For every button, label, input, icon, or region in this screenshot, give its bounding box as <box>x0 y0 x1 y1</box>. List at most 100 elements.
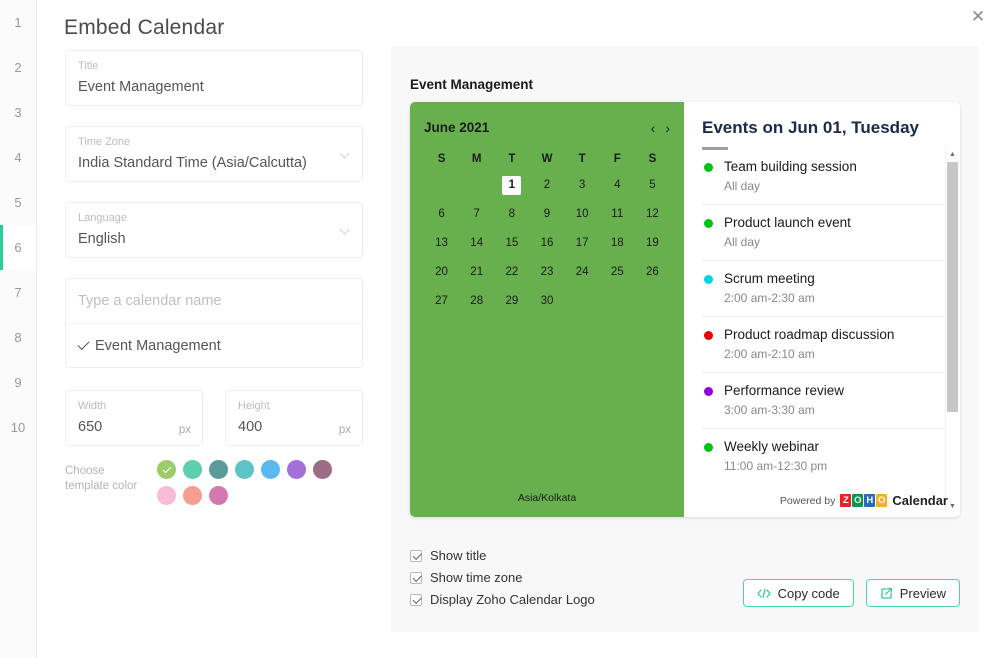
rail-item-label: 9 <box>14 375 21 390</box>
calendar-day-6[interactable]: 6 <box>424 200 459 229</box>
width-field[interactable]: Width 650 px <box>65 390 203 446</box>
calendar-day-label: 14 <box>467 234 486 253</box>
calendar-day-17[interactable]: 17 <box>565 229 600 258</box>
event-list-item[interactable]: Product launch eventAll day <box>702 205 946 261</box>
calendar-day-19[interactable]: 19 <box>635 229 670 258</box>
event-name: Team building session <box>724 158 857 176</box>
calendar-day-16[interactable]: 16 <box>529 229 564 258</box>
event-list-item[interactable]: Team building sessionAll day <box>702 149 946 205</box>
zoho-logo-letter: Z <box>840 494 851 507</box>
calendar-day-7[interactable]: 7 <box>459 200 494 229</box>
rail-item-3[interactable]: 3 <box>0 90 36 135</box>
calendar-day-26[interactable]: 26 <box>635 258 670 287</box>
calendar-day-10[interactable]: 10 <box>565 200 600 229</box>
calendar-day-15[interactable]: 15 <box>494 229 529 258</box>
rail-item-8[interactable]: 8 <box>0 315 36 360</box>
template-color-swatch-9[interactable] <box>183 486 202 505</box>
zoho-logo-letter: O <box>852 494 863 507</box>
event-list-item[interactable]: Product roadmap discussion2:00 am-2:10 a… <box>702 317 946 373</box>
template-color-swatch-1[interactable] <box>157 460 176 479</box>
calendar-day-27[interactable]: 27 <box>424 287 459 316</box>
chevron-down-icon <box>341 226 350 235</box>
checkbox-icon[interactable] <box>410 572 422 584</box>
rail-item-6[interactable]: 6 <box>0 225 36 270</box>
calendar-day-label: 21 <box>467 263 486 282</box>
calendar-day-label: 15 <box>502 234 521 253</box>
checkbox-option-2[interactable]: Show time zone <box>410 570 595 585</box>
calendar-day-1[interactable]: 1 <box>494 171 529 200</box>
calendar-day-4[interactable]: 4 <box>600 171 635 200</box>
calendar-day-21[interactable]: 21 <box>459 258 494 287</box>
language-select[interactable]: Language English <box>65 202 363 258</box>
calendar-day-23[interactable]: 23 <box>529 258 564 287</box>
rail-item-10[interactable]: 10 <box>0 405 36 450</box>
template-color-swatch-3[interactable] <box>209 460 228 479</box>
scroll-up-arrow-icon[interactable]: ▲ <box>948 150 957 159</box>
calendar-option-label: Event Management <box>95 338 221 354</box>
calendar-day-5[interactable]: 5 <box>635 171 670 200</box>
chevron-right-icon[interactable]: › <box>665 121 670 135</box>
event-color-dot-icon <box>704 387 713 396</box>
event-name: Performance review <box>724 382 844 400</box>
rail-item-9[interactable]: 9 <box>0 360 36 405</box>
event-list-item[interactable]: Weekly webinar11:00 am-12:30 pm <box>702 429 946 479</box>
calendar-day-9[interactable]: 9 <box>529 200 564 229</box>
template-color-swatch-2[interactable] <box>183 460 202 479</box>
timezone-select[interactable]: Time Zone India Standard Time (Asia/Calc… <box>65 126 363 182</box>
calendar-day-8[interactable]: 8 <box>494 200 529 229</box>
title-field[interactable]: Title Event Management <box>65 50 363 106</box>
event-list-item[interactable]: Scrum meeting2:00 am-2:30 am <box>702 261 946 317</box>
height-value: 400 <box>238 413 350 441</box>
calendar-day-2[interactable]: 2 <box>529 171 564 200</box>
template-color-swatch-8[interactable] <box>157 486 176 505</box>
calendar-month-label: June 2021 <box>424 120 489 135</box>
calendar-day-12[interactable]: 12 <box>635 200 670 229</box>
calendar-name-input[interactable]: Type a calendar name <box>66 279 362 324</box>
rail-item-4[interactable]: 4 <box>0 135 36 180</box>
calendar-day-18[interactable]: 18 <box>600 229 635 258</box>
calendar-day-24[interactable]: 24 <box>565 258 600 287</box>
scrollbar-thumb[interactable] <box>947 162 958 412</box>
calendar-week-row: 20 21 2223242526 <box>424 258 670 287</box>
chevron-left-icon[interactable]: ‹ <box>651 121 656 135</box>
event-list-item[interactable]: Performance review3:00 am-3:30 am <box>702 373 946 429</box>
calendar-day-28[interactable]: 28 <box>459 287 494 316</box>
preview-button[interactable]: Preview <box>866 579 960 607</box>
events-list: Team building sessionAll dayProduct laun… <box>702 149 946 479</box>
template-color-swatch-7[interactable] <box>313 460 332 479</box>
calendar-day-22[interactable]: 22 <box>494 258 529 287</box>
calendar-option-selected[interactable]: Event Management <box>66 324 362 367</box>
template-color-swatch-4[interactable] <box>235 460 254 479</box>
copy-code-button[interactable]: Copy code <box>743 579 854 607</box>
template-color-swatch-6[interactable] <box>287 460 306 479</box>
rail-item-1[interactable]: 1 <box>0 0 36 45</box>
scroll-down-arrow-icon[interactable]: ▼ <box>948 502 957 511</box>
calendar-day-30[interactable]: 30 <box>529 287 564 316</box>
weekday-header-2: T <box>494 147 529 171</box>
calendar-day-29[interactable]: 29 <box>494 287 529 316</box>
rail-item-7[interactable]: 7 <box>0 270 36 315</box>
calendar-day-13[interactable]: 13 <box>424 229 459 258</box>
calendar-day-empty <box>635 287 670 316</box>
rail-item-5[interactable]: 5 <box>0 180 36 225</box>
rail-item-2[interactable]: 2 <box>0 45 36 90</box>
close-icon[interactable]: ✕ <box>966 4 990 28</box>
checkbox-option-3[interactable]: Display Zoho Calendar Logo <box>410 592 595 607</box>
chevron-down-icon <box>341 150 350 159</box>
events-scrollbar[interactable]: ▲ ▼ <box>945 146 958 515</box>
height-field[interactable]: Height 400 px <box>225 390 363 446</box>
calendar-day-25[interactable]: 25 <box>600 258 635 287</box>
calendar-day-label: 2 <box>537 176 556 195</box>
calendar-day-14[interactable]: 14 <box>459 229 494 258</box>
checkbox-option-1[interactable]: Show title <box>410 548 595 563</box>
template-color-swatch-10[interactable] <box>209 486 228 505</box>
calendar-day-11[interactable]: 11 <box>600 200 635 229</box>
checkbox-icon[interactable] <box>410 550 422 562</box>
event-time: 2:00 am-2:30 am <box>724 289 815 307</box>
calendar-day-3[interactable]: 3 <box>565 171 600 200</box>
calendar-day-label: 30 <box>537 292 556 311</box>
weekday-header-5: F <box>600 147 635 171</box>
calendar-day-20[interactable]: 20 <box>424 258 459 287</box>
checkbox-icon[interactable] <box>410 594 422 606</box>
template-color-swatch-5[interactable] <box>261 460 280 479</box>
